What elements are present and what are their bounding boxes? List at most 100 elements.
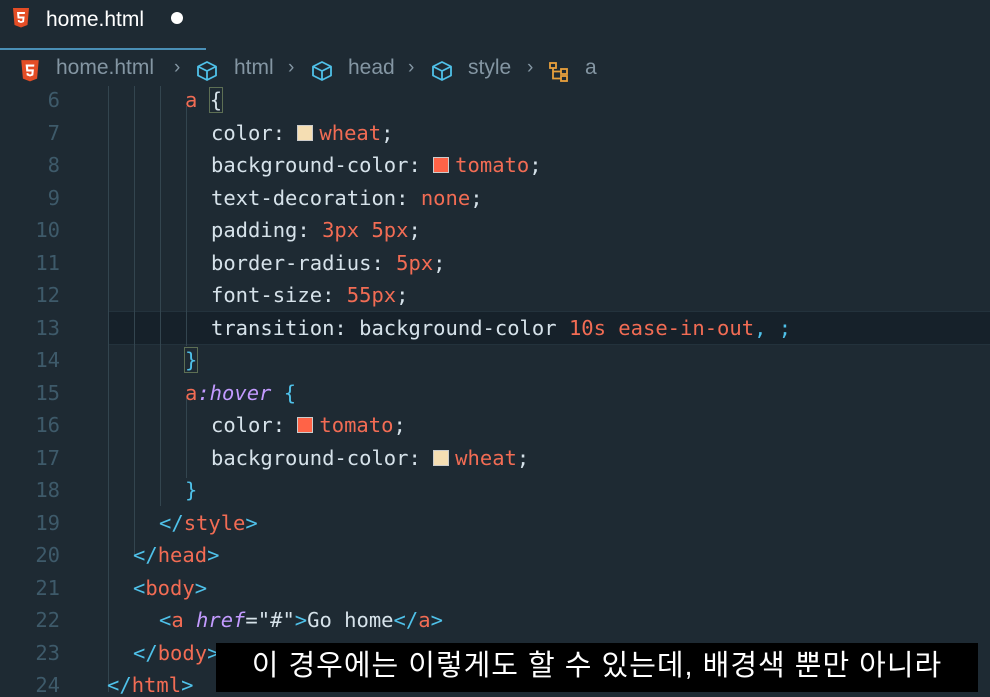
indent-guide <box>186 398 187 478</box>
unsaved-indicator[interactable] <box>171 12 183 24</box>
css-property: background-color <box>211 446 409 470</box>
color-swatch[interactable] <box>297 125 314 141</box>
html-tag: a <box>171 608 184 632</box>
brace: { <box>208 87 224 113</box>
color-swatch[interactable] <box>433 450 450 466</box>
css-value: tomato <box>455 153 530 177</box>
link-text: Go home <box>307 608 394 632</box>
code-line-13: transition: background-color 10s ease-in… <box>211 316 792 340</box>
selector-icon <box>549 62 568 82</box>
code-line-6: a { <box>185 87 224 113</box>
indent-guide <box>160 86 161 506</box>
code-line-15: a:hover { <box>185 381 296 405</box>
code-line-19: </style> <box>159 511 258 535</box>
breadcrumb-item-html[interactable]: html <box>234 56 274 80</box>
css-value: 5px <box>396 251 434 275</box>
css-value: background-color <box>359 316 557 340</box>
css-property: font-size <box>211 283 323 307</box>
breadcrumb-item-file[interactable]: home.html <box>56 56 154 80</box>
video-subtitle: 이 경우에는 이렇게도 할 수 있는데, 배경색 뿐만 아니라 <box>216 643 978 692</box>
cube-icon <box>197 61 217 81</box>
line-number: 12 <box>35 283 60 307</box>
brace: } <box>185 478 198 502</box>
code-line-20: </head> <box>133 543 220 567</box>
tab-home-html[interactable]: home.html <box>0 0 206 50</box>
code-line-7: color: wheat; <box>211 121 394 145</box>
css-value: none <box>420 186 471 210</box>
html-tag: head <box>157 543 208 567</box>
css-property: border-radius <box>211 251 372 275</box>
css-value: 3px 5px <box>322 218 409 242</box>
line-number: 6 <box>47 88 60 112</box>
line-number: 11 <box>35 251 60 275</box>
code-line-11: border-radius: 5px; <box>211 251 446 275</box>
code-line-22: <a href="#">Go home</a> <box>159 608 443 632</box>
line-number: 14 <box>35 348 60 372</box>
html-tag: body <box>145 576 195 600</box>
line-number: 13 <box>35 316 60 340</box>
line-number: 9 <box>47 186 60 210</box>
html-tag: a <box>418 608 431 632</box>
breadcrumb-item-a[interactable]: a <box>585 56 597 80</box>
line-number: 19 <box>35 511 60 535</box>
css-property: text-decoration <box>211 186 397 210</box>
line-number: 20 <box>35 543 60 567</box>
breadcrumb-item-style[interactable]: style <box>468 56 511 80</box>
code-line-10: padding: 3px 5px; <box>211 218 421 242</box>
line-number: 8 <box>47 153 60 177</box>
chevron-right-icon: › <box>288 57 295 78</box>
code-line-18: } <box>185 478 197 502</box>
css-value: 10s ease-in-out <box>568 316 755 340</box>
css-punctuation: , ; <box>754 316 792 340</box>
html-tag: body <box>157 641 208 665</box>
code-line-21: <body> <box>133 576 208 600</box>
line-number: 18 <box>35 478 60 502</box>
line-number: 24 <box>35 673 60 697</box>
code-line-8: background-color: tomato; <box>211 153 542 177</box>
code-line-24: </html> <box>107 673 194 697</box>
css-property: transition <box>211 316 335 340</box>
line-number: 7 <box>47 121 60 145</box>
css-property: background-color <box>211 153 409 177</box>
html5-icon <box>13 8 29 28</box>
tab-filename: home.html <box>46 8 145 31</box>
css-property: padding <box>211 218 298 242</box>
line-number: 15 <box>35 381 60 405</box>
indent-guide <box>186 106 187 346</box>
code-line-16: color: tomato; <box>211 413 406 437</box>
css-selector: a <box>185 381 198 405</box>
breadcrumb: home.html › html › head › style › a <box>0 56 990 86</box>
code-line-17: background-color: wheat; <box>211 446 530 470</box>
chevron-right-icon: › <box>527 57 534 78</box>
code-line-14: } <box>183 347 199 373</box>
html5-icon <box>21 60 39 82</box>
indent-guide <box>108 86 109 692</box>
cube-icon <box>312 61 332 81</box>
css-value: wheat <box>455 446 517 470</box>
html-tag: style <box>183 511 246 535</box>
code-editor[interactable]: 6 7 8 9 10 11 12 13 14 15 16 17 18 19 20… <box>0 86 990 697</box>
breadcrumb-item-head[interactable]: head <box>348 56 395 80</box>
attribute-value: # <box>270 608 283 632</box>
color-swatch[interactable] <box>297 417 314 433</box>
brace: { <box>283 381 297 405</box>
line-number: 22 <box>35 608 60 632</box>
css-value: 55px <box>346 283 397 307</box>
code-line-9: text-decoration: none; <box>211 186 483 210</box>
line-number: 17 <box>35 446 60 470</box>
chevron-right-icon: › <box>174 57 181 78</box>
line-number: 16 <box>35 413 60 437</box>
css-property: color <box>211 121 273 145</box>
color-swatch[interactable] <box>433 157 450 173</box>
line-number: 23 <box>35 641 60 665</box>
line-number: 21 <box>35 576 60 600</box>
css-value: tomato <box>319 413 394 437</box>
css-pseudo-class: :hover <box>197 381 272 405</box>
css-value: wheat <box>319 121 382 145</box>
line-number: 10 <box>35 218 60 242</box>
html-tag: html <box>131 673 182 697</box>
brace: } <box>183 347 199 373</box>
css-property: color <box>211 413 273 437</box>
tab-bar: home.html <box>0 0 990 50</box>
code-line-12: font-size: 55px; <box>211 283 409 307</box>
